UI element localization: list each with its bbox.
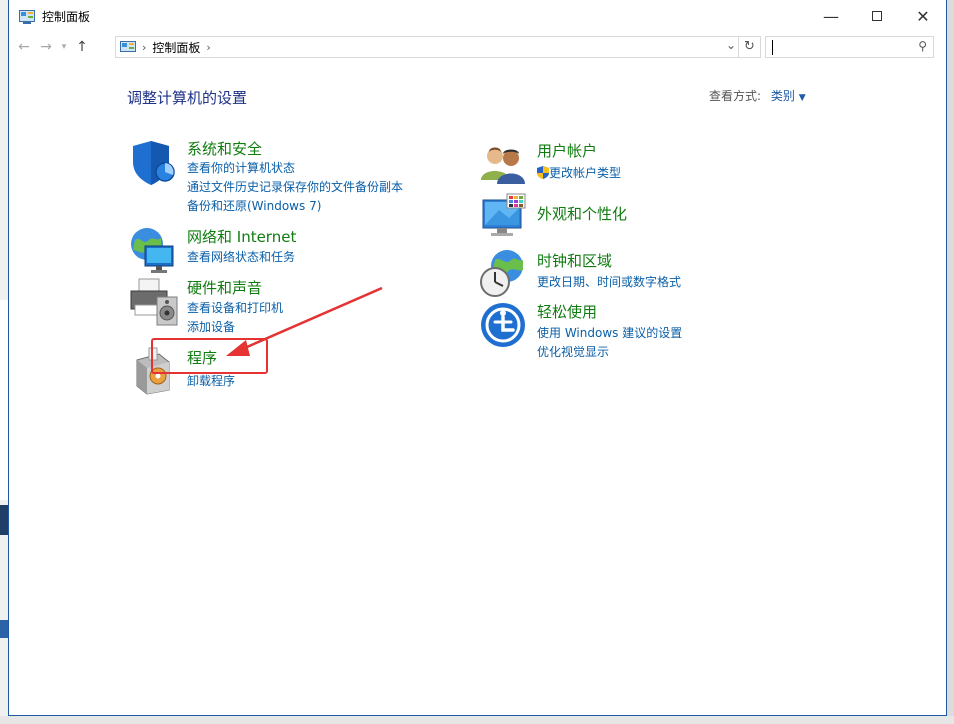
background-window-fragment (0, 620, 8, 638)
category-link[interactable]: 查看网络状态和任务 (187, 248, 295, 265)
page-title: 调整计算机的设置 (127, 89, 248, 107)
forward-arrow-icon: → (40, 39, 52, 55)
refresh-icon: ↻ (744, 39, 755, 54)
background-window-fragment (0, 505, 8, 535)
refresh-button[interactable]: ↻ (738, 37, 760, 57)
close-icon: ✕ (916, 6, 930, 26)
category-title[interactable]: 时钟和区域 (537, 250, 612, 271)
category-link[interactable]: 优化视觉显示 (537, 343, 609, 360)
uac-shield-icon (537, 166, 549, 180)
background-window-fragment (0, 300, 8, 500)
view-by: 查看方式: 类别 ▼ (709, 87, 806, 104)
category-link[interactable]: 更改帐户类型 (537, 164, 621, 181)
up-button[interactable]: ↑ (71, 39, 93, 55)
category-link[interactable]: 添加设备 (187, 318, 235, 335)
control-panel-icon (19, 9, 35, 24)
background-taskbar-edge (0, 716, 954, 724)
category-title[interactable]: 外观和个性化 (537, 203, 627, 224)
printer-icon (129, 277, 179, 327)
window-title: 控制面板 (42, 9, 91, 24)
category-link[interactable]: 更改日期、时间或数字格式 (537, 273, 681, 290)
category-link[interactable]: 使用 Windows 建议的设置 (537, 324, 682, 341)
forward-button[interactable]: → (35, 39, 57, 55)
breadcrumb-control-panel[interactable]: 控制面板 (152, 39, 200, 56)
shield-icon (129, 138, 179, 188)
category-user-accounts: 用户帐户 更改帐户类型 (479, 140, 779, 184)
search-icon[interactable]: ⚲ (918, 39, 927, 53)
category-link[interactable]: 备份和还原(Windows 7) (187, 197, 321, 214)
text-cursor (772, 40, 773, 55)
category-link[interactable]: 查看你的计算机状态 (187, 159, 295, 176)
category-appearance-personalization: 外观和个性化 (479, 192, 779, 242)
chevron-right-icon: › (142, 40, 147, 54)
chevron-down-icon: ▼ (798, 93, 806, 103)
category-ease-of-access: 轻松使用 使用 Windows 建议的设置 优化视觉显示 (479, 300, 779, 359)
control-panel-window: 控制面板 — ✕ ← → ▾ ↑ › 控制面板 › ⌄ ↻ ⚲ 调整计算机的设置 (8, 0, 947, 716)
user-accounts-icon (479, 140, 529, 190)
ease-of-access-icon (479, 300, 529, 350)
annotation-highlight-box (151, 338, 268, 374)
network-globe-icon (129, 226, 179, 276)
category-network-internet: 网络和 Internet 查看网络状态和任务 (129, 226, 449, 274)
category-title[interactable]: 系统和安全 (187, 138, 262, 159)
category-clock-region: 时钟和区域 更改日期、时间或数字格式 (479, 248, 779, 298)
view-by-dropdown[interactable]: 类别 ▼ (771, 89, 806, 103)
category-title[interactable]: 网络和 Internet (187, 226, 296, 247)
clock-globe-icon (479, 248, 529, 298)
maximize-button[interactable] (854, 0, 900, 32)
category-link[interactable]: 通过文件历史记录保存你的文件备份副本 (187, 178, 403, 195)
title-bar[interactable]: 控制面板 — ✕ (9, 0, 946, 32)
close-button[interactable]: ✕ (900, 0, 946, 32)
category-link[interactable]: 卸载程序 (187, 372, 235, 389)
category-title[interactable]: 硬件和声音 (187, 277, 262, 298)
category-link[interactable]: 查看设备和打印机 (187, 299, 283, 316)
main-content: 调整计算机的设置 查看方式: 类别 ▼ 系统和安全 查看你的计算机状态 通过文件… (9, 62, 946, 716)
minimize-icon: — (823, 6, 839, 26)
minimize-button[interactable]: — (808, 0, 854, 32)
chevron-down-icon: ▾ (61, 42, 67, 52)
appearance-monitor-icon (479, 192, 529, 242)
recent-locations-button[interactable]: ▾ (57, 42, 71, 52)
back-arrow-icon: ← (18, 39, 30, 55)
control-panel-icon (120, 40, 136, 54)
address-bar[interactable]: › 控制面板 › ⌄ ↻ (115, 36, 761, 58)
search-input[interactable]: ⚲ (765, 36, 934, 58)
up-arrow-icon: ↑ (76, 39, 88, 55)
chevron-right-icon[interactable]: › (206, 41, 210, 54)
maximize-icon (872, 11, 882, 21)
address-dropdown-icon[interactable]: ⌄ (726, 38, 736, 52)
category-title[interactable]: 用户帐户 (537, 140, 597, 161)
navigation-bar: ← → ▾ ↑ › 控制面板 › ⌄ ↻ ⚲ (9, 32, 946, 62)
back-button[interactable]: ← (13, 39, 35, 55)
category-hardware-sound: 硬件和声音 查看设备和打印机 添加设备 (129, 277, 449, 335)
category-system-security: 系统和安全 查看你的计算机状态 通过文件历史记录保存你的文件备份副本 备份和还原… (129, 138, 449, 214)
view-by-label: 查看方式: (709, 89, 762, 103)
category-title[interactable]: 轻松使用 (537, 301, 597, 322)
